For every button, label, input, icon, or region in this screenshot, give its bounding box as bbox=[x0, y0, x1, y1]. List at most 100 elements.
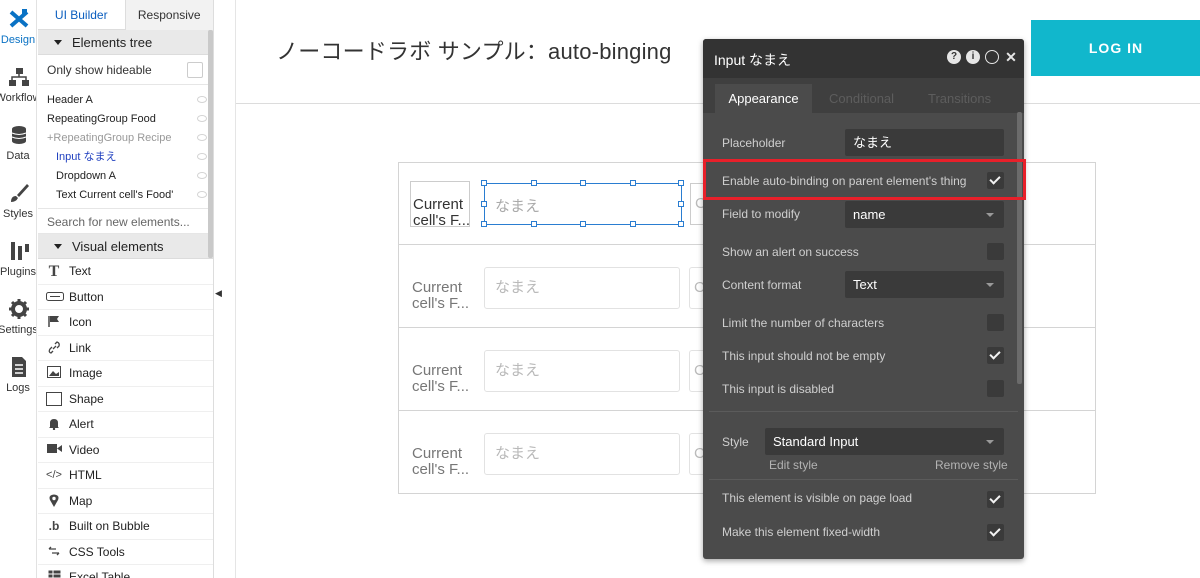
resize-handle[interactable] bbox=[678, 221, 684, 227]
collapse-triangle-icon bbox=[54, 40, 62, 46]
panel-tabs: UI Builder Responsive bbox=[38, 0, 213, 30]
panel-scrollbar[interactable] bbox=[208, 30, 213, 258]
resize-handle[interactable] bbox=[630, 180, 636, 186]
tab-conditional[interactable]: Conditional bbox=[829, 84, 894, 113]
help-icon[interactable]: ? bbox=[947, 50, 961, 64]
tree-item[interactable]: RepeatingGroup Food bbox=[38, 110, 213, 129]
content-format-dropdown[interactable]: Text bbox=[845, 271, 1004, 298]
visual-item-css-tools[interactable]: CSS Tools bbox=[38, 540, 213, 565]
rail-settings[interactable]: Settings bbox=[0, 290, 36, 346]
tree-item-label: Header A bbox=[47, 94, 93, 106]
tab-ui-builder[interactable]: UI Builder bbox=[38, 0, 126, 30]
visual-item-video[interactable]: Video bbox=[38, 438, 213, 463]
visual-item-excel-table[interactable]: Excel Table bbox=[38, 565, 213, 578]
resize-handle[interactable] bbox=[580, 221, 586, 227]
visual-item-built-on-bubble[interactable]: .b Built on Bubble bbox=[38, 514, 213, 540]
visual-item-icon[interactable]: Icon bbox=[38, 310, 213, 336]
eye-icon[interactable] bbox=[197, 191, 207, 198]
comment-icon[interactable]: c bbox=[985, 50, 999, 64]
tree-item-selected[interactable]: Input なまえ bbox=[38, 148, 213, 167]
placeholder-input[interactable]: なまえ bbox=[845, 129, 1004, 156]
tab-responsive[interactable]: Responsive bbox=[125, 0, 213, 30]
tree-item[interactable]: +RepeatingGroup Recipe bbox=[38, 129, 213, 148]
remove-style-link[interactable]: Remove style bbox=[935, 458, 1008, 472]
resize-handle[interactable] bbox=[678, 201, 684, 207]
eye-icon[interactable] bbox=[197, 134, 207, 141]
visual-item-label: Video bbox=[69, 442, 100, 457]
resize-handle[interactable] bbox=[531, 221, 537, 227]
eye-icon[interactable] bbox=[197, 96, 207, 103]
not-empty-checkbox[interactable] bbox=[987, 347, 1004, 364]
disabled-checkbox[interactable] bbox=[987, 380, 1004, 397]
resize-handle[interactable] bbox=[481, 201, 487, 207]
rail-workflow-label: Workflow bbox=[0, 92, 36, 104]
property-editor-scrollbar[interactable] bbox=[1017, 112, 1022, 384]
show-alert-checkbox[interactable] bbox=[987, 243, 1004, 260]
property-editor-header[interactable]: Input なまえ ? i c ✕ bbox=[703, 39, 1024, 78]
fixed-width-label: Make this element fixed-width bbox=[722, 525, 881, 539]
rail-logs[interactable]: Logs bbox=[0, 348, 36, 404]
resize-handle[interactable] bbox=[580, 180, 586, 186]
resize-handle[interactable] bbox=[678, 180, 684, 186]
tree-item[interactable]: Header A bbox=[38, 91, 213, 110]
cell-input[interactable]: なまえ bbox=[484, 433, 680, 475]
limit-characters-checkbox[interactable] bbox=[987, 314, 1004, 331]
selected-input[interactable]: なまえ bbox=[481, 180, 684, 227]
rail-styles[interactable]: Styles bbox=[0, 174, 36, 230]
only-hideable-checkbox[interactable] bbox=[187, 62, 203, 78]
eye-icon[interactable] bbox=[197, 115, 207, 122]
code-icon: </> bbox=[46, 469, 62, 481]
visual-item-html[interactable]: </> HTML bbox=[38, 463, 213, 489]
cell-input[interactable]: なまえ bbox=[484, 267, 680, 309]
close-icon[interactable]: ✕ bbox=[1004, 50, 1018, 64]
map-pin-icon bbox=[46, 494, 62, 509]
tree-item[interactable]: Text Current cell's Food' bbox=[38, 186, 213, 205]
field-to-modify-dropdown[interactable]: name bbox=[845, 201, 1004, 228]
visual-item-button[interactable]: Button bbox=[38, 285, 213, 310]
elements-tree: Header A RepeatingGroup Food +RepeatingG… bbox=[38, 85, 213, 205]
eye-icon[interactable] bbox=[197, 172, 207, 179]
visual-item-alert[interactable]: Alert bbox=[38, 412, 213, 438]
css-icon bbox=[46, 545, 62, 560]
visual-item-text[interactable]: T Text bbox=[38, 259, 213, 285]
style-dropdown[interactable]: Standard Input bbox=[765, 428, 1004, 455]
login-button[interactable]: LOG IN bbox=[1031, 20, 1200, 76]
resize-handle[interactable] bbox=[481, 180, 487, 186]
info-icon[interactable]: i bbox=[966, 50, 980, 64]
visual-item-link[interactable]: Link bbox=[38, 336, 213, 361]
rail-design[interactable]: Design bbox=[0, 0, 36, 56]
resize-handle[interactable] bbox=[630, 221, 636, 227]
edit-style-link[interactable]: Edit style bbox=[769, 458, 818, 472]
tree-item[interactable]: Dropdown A bbox=[38, 167, 213, 186]
link-icon bbox=[46, 340, 62, 356]
visible-on-load-checkbox[interactable] bbox=[987, 491, 1004, 508]
element-search-input[interactable]: Search for new elements... bbox=[38, 208, 213, 234]
visual-item-shape[interactable]: Shape bbox=[38, 387, 213, 412]
annotation-highlight-box bbox=[703, 159, 1026, 200]
fixed-width-checkbox[interactable] bbox=[987, 524, 1004, 541]
visual-item-map[interactable]: Map bbox=[38, 489, 213, 514]
rail-workflow[interactable]: Workflow bbox=[0, 58, 36, 114]
selected-cell-text[interactable]: Current cell's F... bbox=[410, 181, 470, 229]
resize-handle[interactable] bbox=[531, 180, 537, 186]
elements-tree-header[interactable]: Elements tree bbox=[38, 30, 213, 55]
rail-data[interactable]: Data bbox=[0, 116, 36, 172]
rail-plugins-label: Plugins bbox=[0, 266, 37, 278]
cell-input[interactable]: なまえ bbox=[484, 350, 680, 392]
rail-plugins[interactable]: Plugins bbox=[0, 232, 37, 288]
visual-item-image[interactable]: Image bbox=[38, 361, 213, 387]
dropdown-arrow-icon bbox=[986, 283, 994, 287]
tab-appearance[interactable]: Appearance bbox=[715, 84, 812, 113]
cell-text: Current cell's F... bbox=[412, 279, 470, 312]
flag-icon bbox=[46, 315, 62, 330]
plug-icon bbox=[0, 232, 36, 260]
workflow-icon bbox=[0, 58, 36, 86]
resize-handle[interactable] bbox=[481, 221, 487, 227]
eye-icon[interactable] bbox=[197, 153, 207, 160]
dropdown-arrow-icon bbox=[986, 213, 994, 217]
visual-item-label: Excel Table bbox=[69, 570, 131, 578]
tab-transitions[interactable]: Transitions bbox=[928, 84, 991, 113]
collapse-panel-arrow-icon[interactable]: ◀ bbox=[215, 288, 222, 299]
visual-item-label: Icon bbox=[69, 315, 92, 329]
visual-elements-header[interactable]: Visual elements bbox=[38, 234, 213, 259]
